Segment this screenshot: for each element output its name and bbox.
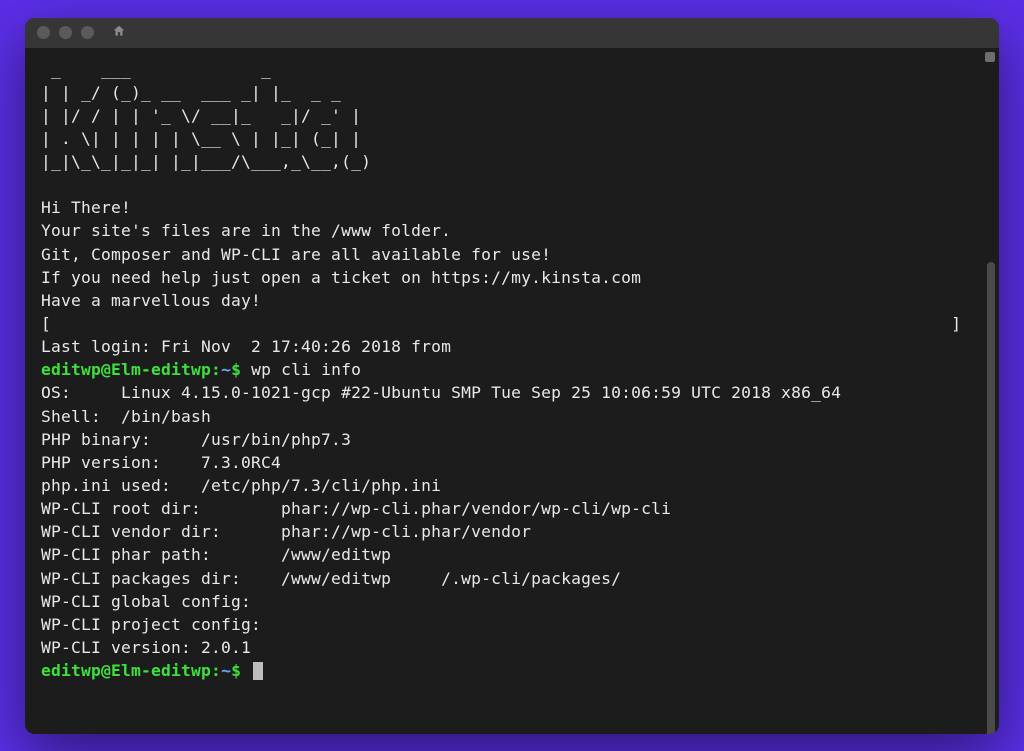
output-line: php.ini used: /etc/php/7.3/cli/php.ini — [41, 476, 441, 495]
maximize-icon[interactable] — [81, 26, 94, 39]
ascii-art: _ ___ _ | | _/ (_)_ __ ___ _| |_ _ _ | |… — [41, 60, 371, 172]
shell-prompt: editwp@Elm-editwp — [41, 661, 211, 680]
minimize-icon[interactable] — [59, 26, 72, 39]
scrollbar[interactable] — [987, 52, 995, 728]
welcome-line: Your site's files are in the /www folder… — [41, 221, 451, 240]
close-icon[interactable] — [37, 26, 50, 39]
output-line: WP-CLI root dir: phar://wp-cli.phar/vend… — [41, 499, 671, 518]
last-login: Last login: Fri Nov 2 17:40:26 2018 from — [41, 337, 451, 356]
output-line: WP-CLI packages dir: /www/editwp /.wp-cl… — [41, 569, 621, 588]
output-line: WP-CLI version: 2.0.1 — [41, 638, 251, 657]
output-line: WP-CLI vendor dir: phar://wp-cli.phar/ve… — [41, 522, 531, 541]
scrollbar-thumb[interactable] — [987, 262, 995, 734]
titlebar — [25, 18, 999, 48]
output-line: WP-CLI project config: — [41, 615, 261, 634]
output-line: Shell: /bin/bash — [41, 407, 211, 426]
bracket: ] — [951, 314, 961, 333]
output-line: OS: Linux 4.15.0-1021-gcp #22-Ubuntu SMP… — [41, 383, 841, 402]
traffic-lights — [37, 26, 94, 39]
scrollbar-marker-icon — [985, 52, 995, 62]
home-icon[interactable] — [112, 24, 126, 41]
cursor-icon — [253, 662, 263, 680]
welcome-line: If you need help just open a ticket on h… — [41, 268, 641, 287]
bracket: [ — [41, 314, 51, 333]
output-line: PHP version: 7.3.0RC4 — [41, 453, 281, 472]
welcome-line: Have a marvellous day! — [41, 291, 261, 310]
shell-prompt: editwp@Elm-editwp — [41, 360, 211, 379]
terminal-window: _ ___ _ | | _/ (_)_ __ ___ _| |_ _ _ | |… — [25, 18, 999, 734]
output-line: PHP binary: /usr/bin/php7.3 — [41, 430, 351, 449]
output-line: WP-CLI global config: — [41, 592, 251, 611]
welcome-line: Git, Composer and WP-CLI are all availab… — [41, 245, 551, 264]
welcome-line: Hi There! — [41, 198, 131, 217]
output-line: WP-CLI phar path: /www/editwp — [41, 545, 391, 564]
terminal-output[interactable]: _ ___ _ | | _/ (_)_ __ ___ _| |_ _ _ | |… — [25, 48, 999, 734]
command-typed: wp cli info — [251, 360, 361, 379]
